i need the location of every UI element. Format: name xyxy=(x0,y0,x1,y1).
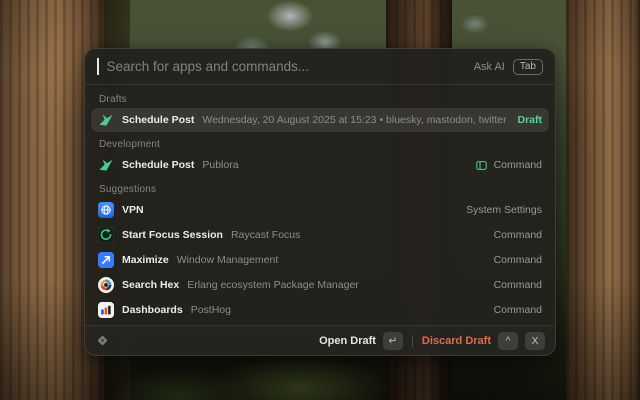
list-item[interactable]: Search Hex Erlang ecosystem Package Manag… xyxy=(91,273,549,297)
item-subtitle: Erlang ecosystem Package Manager xyxy=(187,279,485,291)
item-subtitle: Wednesday, 20 August 2025 at 15:23 • blu… xyxy=(202,114,509,126)
section-header: Development xyxy=(99,139,541,150)
command-icon xyxy=(475,159,488,172)
list-item[interactable]: Maximize Window Management Command xyxy=(91,248,549,272)
search-bar: Ask AI Tab xyxy=(85,49,555,85)
focus-icon xyxy=(98,227,114,243)
item-accessory-label: Command xyxy=(494,229,542,241)
item-accessory: Command xyxy=(475,159,542,172)
item-accessory: Command xyxy=(494,279,542,291)
hex-icon xyxy=(98,277,114,293)
item-accessory: Command xyxy=(494,304,542,316)
search-input[interactable] xyxy=(107,59,466,74)
item-accessory-label: Command xyxy=(494,159,542,171)
raycast-logo-icon xyxy=(95,333,110,348)
item-accessory-label: Command xyxy=(494,304,542,316)
item-accessory-label: System Settings xyxy=(466,204,542,216)
item-title: VPN xyxy=(122,204,144,216)
item-title: Dashboards xyxy=(122,304,183,316)
results-list: Drafts Schedule Post Wednesday, 20 August … xyxy=(85,85,555,325)
list-item[interactable]: Start Focus Session Raycast Focus Command xyxy=(91,223,549,247)
raycast-launcher-window: Ask AI Tab Drafts Schedule Post Wednesday,… xyxy=(84,48,556,356)
section-header: Suggestions xyxy=(99,184,541,195)
vpn-icon xyxy=(98,202,114,218)
text-cursor xyxy=(97,58,99,75)
return-key-badge: ↵ xyxy=(383,332,403,350)
item-title: Schedule Post xyxy=(122,114,194,126)
item-accessory: Command xyxy=(494,254,542,266)
item-accessory-label: Draft xyxy=(517,114,542,126)
x-key-badge: X xyxy=(525,332,545,350)
item-subtitle: Publora xyxy=(202,159,466,171)
list-item[interactable]: Schedule Post Wednesday, 20 August 2025 a… xyxy=(91,108,549,132)
item-title: Schedule Post xyxy=(122,159,194,171)
item-subtitle: Raycast Focus xyxy=(231,229,486,241)
maximize-icon xyxy=(98,252,114,268)
tree-trunk xyxy=(566,0,640,400)
item-title: Start Focus Session xyxy=(122,229,223,241)
ask-ai-label[interactable]: Ask AI xyxy=(474,61,505,73)
tab-key-badge: Tab xyxy=(513,59,543,75)
item-accessory-label: Command xyxy=(494,279,542,291)
desktop-background: Ask AI Tab Drafts Schedule Post Wednesday,… xyxy=(0,0,640,400)
publora-bird-icon xyxy=(98,112,114,128)
section-header: Drafts xyxy=(99,94,541,105)
item-subtitle: Window Management xyxy=(177,254,486,266)
item-title: Search Hex xyxy=(122,279,179,291)
publora-bird-icon xyxy=(98,157,114,173)
item-accessory: Command xyxy=(494,229,542,241)
item-accessory: System Settings xyxy=(466,204,542,216)
control-key-badge: ^ xyxy=(498,332,518,350)
divider xyxy=(412,335,413,347)
open-draft-button[interactable]: Open Draft xyxy=(319,335,376,347)
list-item[interactable]: Schedule Post Publora Command xyxy=(91,153,549,177)
item-title: Maximize xyxy=(122,254,169,266)
list-item[interactable]: VPN System Settings xyxy=(91,198,549,222)
item-subtitle: PostHog xyxy=(191,304,486,316)
action-bar: Open Draft ↵ Discard Draft ^ X xyxy=(85,325,555,355)
item-accessory: Draft xyxy=(517,114,542,126)
discard-draft-button[interactable]: Discard Draft xyxy=(422,335,491,347)
posthog-icon xyxy=(98,302,114,318)
list-item[interactable]: Dashboards PostHog Command xyxy=(91,298,549,322)
item-accessory-label: Command xyxy=(494,254,542,266)
